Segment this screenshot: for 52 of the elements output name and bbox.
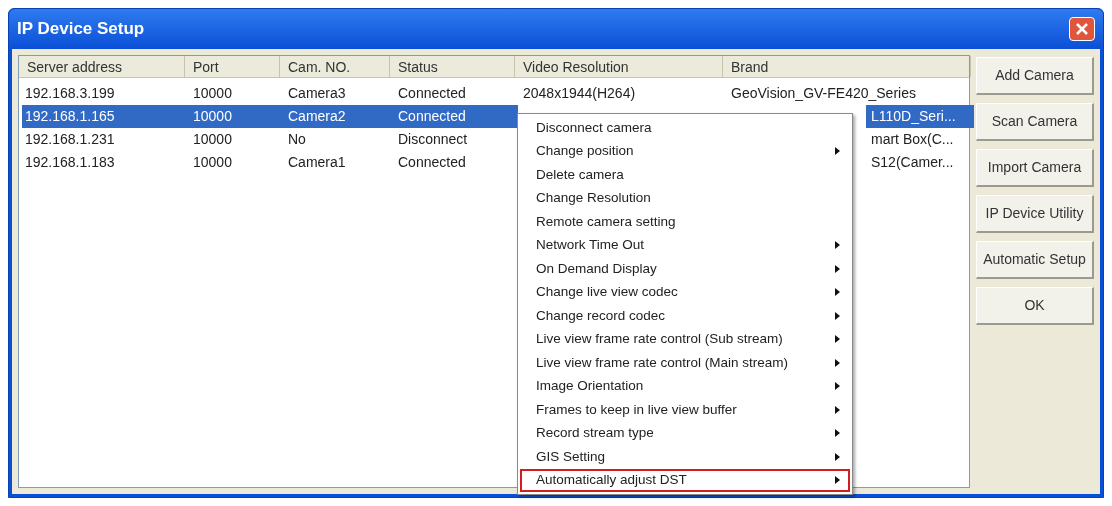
column-header[interactable]: Status xyxy=(390,56,515,77)
menu-item[interactable]: Disconnect camera xyxy=(520,116,850,140)
column-header[interactable]: Video Resolution xyxy=(515,56,723,77)
close-button[interactable] xyxy=(1069,17,1095,41)
column-header[interactable]: Brand xyxy=(723,56,971,77)
table-cell[interactable]: Camera2 xyxy=(283,105,393,128)
table-cell[interactable]: 10000 xyxy=(188,151,283,174)
table-cell[interactable]: L110D_Seri... xyxy=(866,105,974,128)
column-header[interactable]: Port xyxy=(185,56,280,77)
table-cell[interactable]: 10000 xyxy=(188,82,283,105)
action-button[interactable]: OK xyxy=(976,287,1094,325)
action-button[interactable]: Scan Camera xyxy=(976,103,1094,141)
menu-item[interactable]: Live view frame rate control (Sub stream) xyxy=(520,327,850,351)
table-cell[interactable]: 192.168.1.231 xyxy=(22,128,188,151)
menu-item[interactable]: Change Resolution xyxy=(520,186,850,210)
menu-item[interactable]: Live view frame rate control (Main stream) xyxy=(520,351,850,375)
menu-item[interactable]: Automatically adjust DST xyxy=(520,468,850,492)
table-cell[interactable]: S12(Camer... xyxy=(866,151,974,174)
close-icon xyxy=(1075,22,1089,36)
action-button[interactable]: Automatic Setup xyxy=(976,241,1094,279)
menu-item[interactable]: GIS Setting xyxy=(520,445,850,469)
table-cell[interactable]: 192.168.1.183 xyxy=(22,151,188,174)
action-button[interactable]: Add Camera xyxy=(976,57,1094,95)
table-cell[interactable]: Camera3 xyxy=(283,82,393,105)
table-cell[interactable]: 10000 xyxy=(188,128,283,151)
table-cell[interactable]: 10000 xyxy=(188,105,283,128)
menu-item[interactable]: Image Orientation xyxy=(520,374,850,398)
table-cell[interactable]: Connected xyxy=(393,151,518,174)
table-cell[interactable]: mart Box(C... xyxy=(866,128,974,151)
menu-item[interactable]: Remote camera setting xyxy=(520,210,850,234)
menu-item[interactable]: Network Time Out xyxy=(520,233,850,257)
menu-item[interactable]: Change record codec xyxy=(520,304,850,328)
menu-item[interactable]: Frames to keep in live view buffer xyxy=(520,398,850,422)
table-cell[interactable]: Connected xyxy=(393,82,518,105)
table-cell[interactable]: 192.168.3.199 xyxy=(22,82,188,105)
table-cell[interactable]: No xyxy=(283,128,393,151)
menu-item[interactable]: Record stream type xyxy=(520,421,850,445)
table-cell[interactable]: Camera1 xyxy=(283,151,393,174)
table-cell[interactable]: 192.168.1.165 xyxy=(22,105,188,128)
action-button[interactable]: Import Camera xyxy=(976,149,1094,187)
menu-item[interactable]: Change position xyxy=(520,139,850,163)
window-title: IP Device Setup xyxy=(17,18,145,41)
table-cell[interactable]: Disconnect xyxy=(393,128,518,151)
column-header[interactable]: Server address xyxy=(19,56,185,77)
menu-item[interactable]: Change live view codec xyxy=(520,280,850,304)
action-button[interactable]: IP Device Utility xyxy=(976,195,1094,233)
menu-item[interactable]: On Demand Display xyxy=(520,257,850,281)
table-cell[interactable]: 2048x1944(H264) xyxy=(518,82,726,105)
table-cell[interactable]: GeoVision_GV-FE420_Series xyxy=(726,82,974,105)
column-header[interactable]: Cam. NO. xyxy=(280,56,390,77)
table-cell[interactable]: Connected xyxy=(393,105,518,128)
menu-item[interactable]: Delete camera xyxy=(520,163,850,187)
